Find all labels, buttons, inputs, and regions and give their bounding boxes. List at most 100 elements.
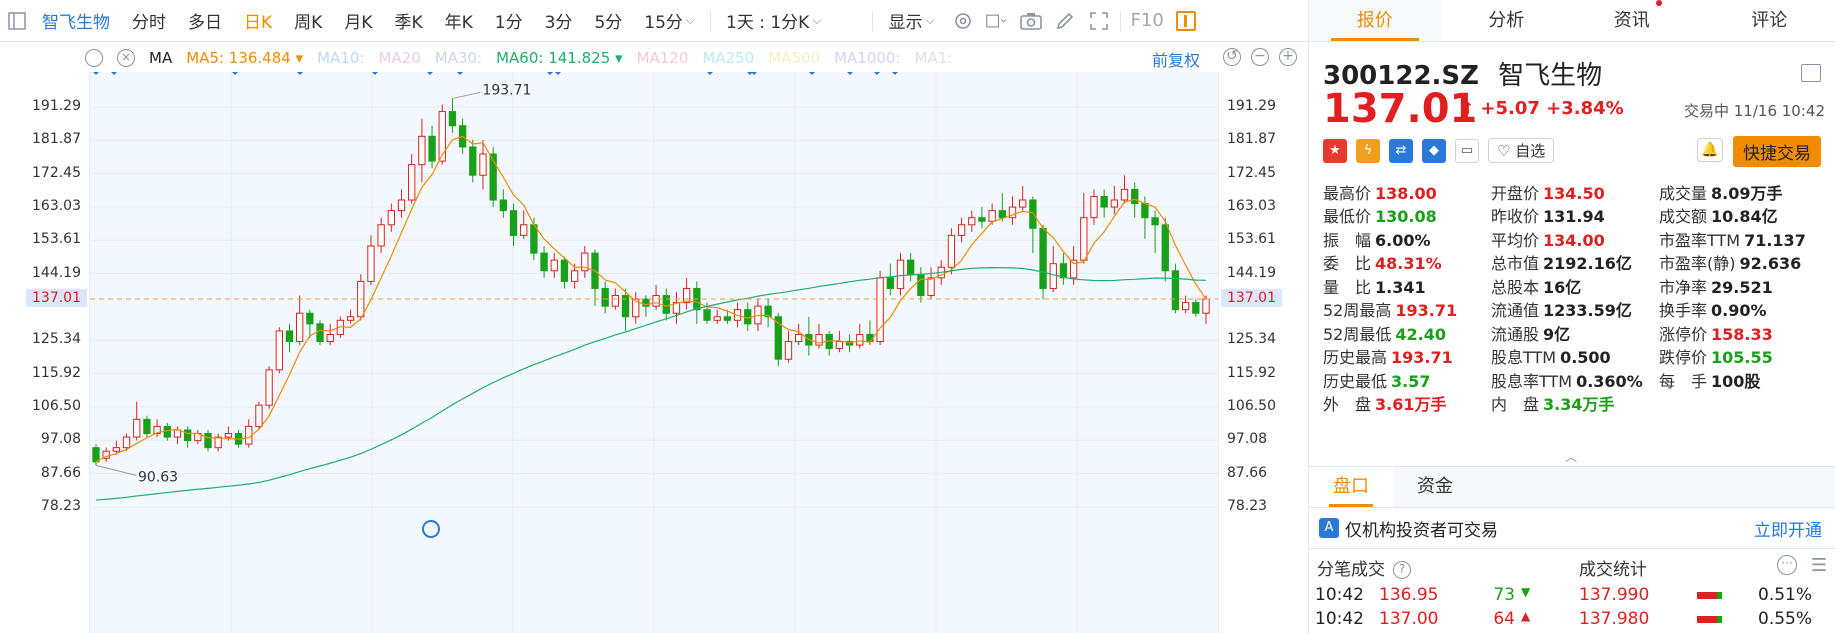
ma-close-icon[interactable]: × xyxy=(117,49,135,67)
candle-up xyxy=(947,234,956,268)
lightning-icon[interactable]: ϟ xyxy=(1356,138,1380,163)
y-tick-label: 97.08 xyxy=(1227,431,1268,448)
candle-up xyxy=(1181,302,1190,311)
pencil-icon[interactable] xyxy=(1054,10,1076,32)
kline-chart[interactable]: 191.29 181.87 172.45 163.03 153.61 144.19 125.… xyxy=(0,72,1308,633)
display-select[interactable]: 显示 ⌵ xyxy=(877,8,945,33)
undo-icon[interactable]: ↺ xyxy=(1223,48,1241,66)
y-tick-label: 78.23 xyxy=(1227,498,1268,514)
quote-label: 流通值 xyxy=(1491,301,1540,321)
period-season[interactable]: 季K xyxy=(383,8,433,33)
stats-title: 成交统计 xyxy=(1579,560,1647,580)
quote-value: 48.31% xyxy=(1375,254,1442,274)
list-icon[interactable]: ☰ xyxy=(1811,555,1827,576)
tab-analysis[interactable]: 分析 xyxy=(1441,0,1573,41)
quote-value: 134.00 xyxy=(1543,230,1605,250)
period-3min[interactable]: 3分 xyxy=(534,8,584,33)
quote-value: 1.341 xyxy=(1375,277,1426,297)
quote-label: 股息率TTM xyxy=(1491,371,1573,391)
period-year[interactable]: 年K xyxy=(434,8,484,33)
quick-trade-button[interactable]: 快捷交易 xyxy=(1733,136,1821,167)
multiday-select[interactable]: 1天 : 1分K ⌵ xyxy=(715,8,832,33)
zoom-out-icon[interactable]: − xyxy=(1251,48,1269,66)
camera-icon[interactable] xyxy=(1019,10,1042,32)
fullscreen-icon[interactable] xyxy=(1088,10,1110,32)
stock-name[interactable]: 智飞生物 xyxy=(34,8,121,33)
stats-bar-sell xyxy=(1717,615,1722,623)
ma-legend-item[interactable]: MA5: 136.484 ▾ xyxy=(186,49,303,67)
help-icon[interactable]: ? xyxy=(1393,561,1411,579)
quote-label: 平均价 xyxy=(1491,230,1540,250)
candle-down xyxy=(907,259,915,275)
quote-label: 昨收价 xyxy=(1491,207,1540,227)
stats-price: 137.980 xyxy=(1579,609,1650,629)
period-5min[interactable]: 5分 xyxy=(583,8,633,33)
quote-cell: 涨停价 158.33 xyxy=(1659,321,1827,345)
quote-panel: 报价 分析 资讯 评论 300122.SZ 智飞生物 137.01 ⬆ +5.0… xyxy=(1308,0,1835,633)
settings-icon[interactable] xyxy=(952,10,974,32)
tab-funds[interactable]: 资金 xyxy=(1393,467,1477,507)
ma-legend-item[interactable]: MA60: 141.825 ▾ xyxy=(496,49,622,67)
ma-legend-item[interactable]: MA30: xyxy=(435,49,482,67)
tag-icon[interactable]: ◆ xyxy=(1422,138,1446,163)
tab-comments[interactable]: 评论 xyxy=(1704,0,1835,41)
open-account-link[interactable]: 立即开通 xyxy=(1754,516,1822,541)
ma-settings-icon[interactable] xyxy=(85,49,103,67)
quote-label: 最高价 xyxy=(1323,183,1372,203)
zoom-in-icon[interactable]: + xyxy=(1279,48,1297,66)
period-select[interactable]: 15分 ⌵ xyxy=(633,8,706,33)
stock-name-label: 智飞生物 xyxy=(1498,61,1603,91)
y-tick-label: 87.66 xyxy=(40,464,81,481)
tab-analysis-label: 分析 xyxy=(1488,10,1525,31)
layout-icon[interactable] xyxy=(985,10,1008,32)
divider xyxy=(1119,10,1121,31)
ma-legend-item[interactable]: MA1000: xyxy=(834,49,900,67)
tab-news[interactable]: 资讯 xyxy=(1572,0,1704,41)
candle-down xyxy=(448,111,457,127)
y-axis-right: 191.29 181.87 172.45 163.03 153.61 144.19 125.… xyxy=(1218,72,1308,633)
sidebar-toggle-icon[interactable] xyxy=(6,10,28,32)
ma-legend-item[interactable]: MA10: xyxy=(317,49,364,67)
scroll-handle-icon[interactable] xyxy=(422,520,440,538)
period-week[interactable]: 周K xyxy=(283,8,333,33)
candle-down xyxy=(560,259,569,282)
stats-price: 137.990 xyxy=(1579,585,1650,605)
quote-cell: 成交额 10.84亿 xyxy=(1659,203,1827,227)
more-icon[interactable]: ··· xyxy=(1777,555,1797,575)
ma-legend-item[interactable]: MA120 xyxy=(637,49,689,67)
stats-row: 137.980 0.55% xyxy=(1579,609,1812,629)
quote-value: 0.500 xyxy=(1560,348,1611,368)
ma-label[interactable]: MA xyxy=(149,49,172,67)
shuffle-icon[interactable]: ⇄ xyxy=(1389,138,1413,163)
quote-label: 流通股 xyxy=(1491,324,1540,344)
tab-orderbook[interactable]: 盘口 xyxy=(1309,467,1393,507)
candle-down xyxy=(917,273,925,297)
ma-legend-item[interactable]: MA20 xyxy=(378,49,420,67)
expand-chevron-icon[interactable]: ︿ xyxy=(1565,448,1577,465)
candle-up xyxy=(296,312,304,343)
china-flag-icon[interactable]: ★ xyxy=(1323,138,1347,163)
max-price-label: 193.71 xyxy=(482,82,531,98)
period-day[interactable]: 日K xyxy=(233,8,283,33)
bookmark-icon[interactable]: ▭ xyxy=(1455,138,1479,163)
period-minute[interactable]: 分时 xyxy=(121,8,177,33)
quote-value: 6.00% xyxy=(1375,230,1431,250)
add-watchlist-button[interactable]: ♡ 自选 xyxy=(1488,138,1555,163)
period-month[interactable]: 月K xyxy=(333,8,383,33)
quote-cell: 52周最低 42.40 xyxy=(1323,321,1491,345)
bell-icon[interactable]: 🔔 xyxy=(1697,138,1723,162)
f10-button[interactable]: F10 xyxy=(1125,10,1170,31)
period-1min[interactable]: 1分 xyxy=(484,8,534,33)
candle-up xyxy=(112,447,121,452)
panel-expand-icon[interactable] xyxy=(1801,64,1821,82)
change-percent: +3.84% xyxy=(1546,98,1624,119)
y-tick-label: 106.50 xyxy=(1227,397,1276,414)
ma-legend-item[interactable]: MA1: xyxy=(915,49,953,67)
panel-toggle-icon[interactable] xyxy=(1175,10,1196,31)
ma-legend-item[interactable]: MA500 xyxy=(768,49,820,67)
restore-rights-button[interactable]: 前复权 xyxy=(1152,47,1200,71)
tab-quote[interactable]: 报价 xyxy=(1309,0,1441,41)
ma-legend-item[interactable]: MA250 xyxy=(702,49,754,67)
period-multiday[interactable]: 多日 xyxy=(177,8,233,33)
quote-cell: 量 比 1.341 xyxy=(1323,274,1491,298)
